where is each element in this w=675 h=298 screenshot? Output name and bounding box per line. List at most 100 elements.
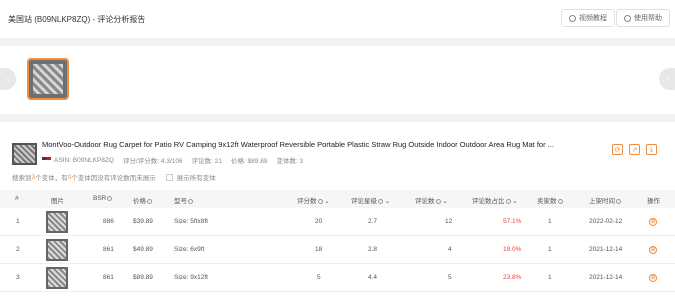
col-model[interactable]: 型号 [174, 195, 193, 205]
help-button[interactable]: 使用帮助 [616, 9, 670, 27]
row-price: $89.89 [133, 274, 153, 281]
table-row: 3 861 $89.89 Size: 9x12ft 5 4.4 5 23.8% … [0, 264, 675, 292]
detail-icon[interactable]: ⊕ [649, 218, 657, 226]
row-index: 3 [16, 274, 20, 281]
product-panel: MontVoo-Outdoor Rug Carpet for Patio RV … [0, 122, 675, 298]
detail-icon[interactable]: ⊕ [649, 274, 657, 282]
row-stars: 2.7 [368, 218, 378, 225]
detail-icon[interactable]: ⊕ [649, 246, 657, 254]
variant-count-text: 变体数: 3 [276, 158, 304, 165]
row-date: 2022-02-12 [589, 218, 623, 225]
row-price: $39.89 [133, 218, 153, 225]
col-review-count-label: 评论数 [415, 198, 435, 205]
col-date[interactable]: 上架时间 [589, 195, 621, 205]
product-meta: ASIN: B09NLKP8ZQ 评分/评分数: 4.3/106 评论数: 21… [42, 155, 303, 165]
table-header: # 图片 BSR 价格 型号 评分数 ⌄ 评论星级 ⌄ 评论数 ⌄ 评论数占比 … [0, 190, 675, 208]
score-text: 评分/评分数: 4.3/106 [122, 158, 183, 165]
col-date-label: 上架时间 [589, 198, 615, 205]
col-sellers[interactable]: 卖家数 [537, 195, 563, 205]
page-header: 美国站 (B09NLKP8ZQ) - 评论分析报告 视频教程 使用帮助 [0, 0, 675, 38]
col-image: 图片 [51, 198, 64, 205]
row-bsr: 861 [103, 274, 114, 281]
col-sellers-label: 卖家数 [537, 198, 557, 205]
col-price-label: 价格 [133, 198, 146, 205]
asin-info: ASIN: B09NLKP8ZQ [42, 157, 114, 164]
info-icon [616, 198, 621, 204]
refresh-icon[interactable]: ⟳ [612, 144, 623, 155]
table-row: 2 861 $49.89 Size: 6x9ft 18 2.8 4 19.0% … [0, 236, 675, 264]
row-model: Size: 9x12ft [174, 274, 208, 281]
price-text: 价格: $89.89 [230, 158, 268, 165]
help-label: 使用帮助 [634, 15, 662, 22]
info-icon [317, 198, 323, 204]
row-bsr: 861 [103, 246, 114, 253]
col-rating-count[interactable]: 评分数 ⌄ [297, 195, 330, 205]
info-icon [378, 198, 383, 204]
play-circle-icon [569, 14, 576, 22]
row-review-count: 12 [445, 218, 453, 225]
row-stars: 2.8 [368, 246, 378, 253]
row-ratio: 19.0% [503, 246, 522, 253]
prev-arrow-icon[interactable]: ‹ [0, 68, 16, 90]
table-row: 1 886 $39.89 Size: 5ftx8ft 20 2.7 12 57.… [0, 208, 675, 236]
share-icon[interactable]: ↗ [629, 144, 640, 155]
download-icon[interactable]: ⤓ [646, 144, 657, 155]
info-icon [188, 198, 193, 204]
info-icon [505, 198, 511, 204]
row-rating-count: 18 [315, 246, 323, 253]
us-flag-icon [42, 156, 51, 163]
row-index: 1 [16, 218, 20, 225]
row-bsr: 886 [103, 218, 114, 225]
review-count-text: 评论数: 21 [191, 158, 222, 165]
product-title[interactable]: MontVoo-Outdoor Rug Carpet for Patio RV … [42, 140, 554, 149]
video-tutorial-label: 视频教程 [579, 15, 607, 22]
col-ratio[interactable]: 评论数占比 ⌄ [472, 195, 518, 205]
variant-thumbnail[interactable] [27, 58, 69, 100]
col-index: # [15, 195, 19, 202]
summary-suffix: 个变体因没有评论数而未展示 [71, 175, 156, 182]
col-stars-label: 评论星级 [351, 198, 377, 205]
product-image [12, 143, 37, 165]
info-icon [557, 198, 563, 204]
row-rating-count: 20 [315, 218, 323, 225]
col-model-label: 型号 [174, 198, 187, 205]
row-image [46, 239, 68, 261]
col-ratio-label: 评论数占比 [472, 198, 505, 205]
row-sellers: 1 [548, 274, 552, 281]
row-rating-count: 5 [317, 274, 321, 281]
col-bsr-label: BSR [93, 195, 107, 202]
row-date: 2021-12-14 [589, 274, 623, 281]
col-price[interactable]: 价格 [133, 195, 152, 205]
asin-text[interactable]: ASIN: B09NLKP8ZQ [54, 157, 114, 164]
row-model: Size: 6x9ft [174, 246, 205, 253]
page-title: 美国站 (B09NLKP8ZQ) - 评论分析报告 [8, 14, 146, 24]
info-icon [435, 198, 441, 204]
row-sellers: 1 [548, 218, 552, 225]
row-index: 2 [16, 246, 20, 253]
help-circle-icon [624, 14, 631, 22]
row-stars: 4.4 [368, 274, 378, 281]
video-tutorial-button[interactable]: 视频教程 [561, 9, 615, 27]
row-sellers: 1 [548, 246, 552, 253]
product-actions: ⟳ ↗ ⤓ [612, 144, 657, 155]
row-review-count: 4 [448, 246, 452, 253]
col-review-count[interactable]: 评论数 ⌄ [415, 195, 448, 205]
variant-summary: 搜索到 3 个变体，有 0 个变体因没有评论数而未展示 展示所有变体 [12, 172, 216, 182]
summary-mid: 个变体，有 [35, 175, 68, 182]
row-image [46, 211, 68, 233]
col-bsr[interactable]: BSR [93, 195, 113, 202]
col-stars[interactable]: 评论星级 ⌄ [351, 195, 390, 205]
show-all-label[interactable]: 展示所有变体 [177, 172, 216, 182]
next-arrow-icon[interactable]: › [659, 68, 675, 90]
rug-image [29, 60, 67, 98]
row-date: 2021-12-14 [589, 246, 623, 253]
col-ops: 操作 [647, 198, 660, 205]
row-review-count: 5 [448, 274, 452, 281]
show-all-checkbox[interactable] [165, 173, 173, 181]
info-icon [107, 195, 113, 201]
info-icon [147, 198, 152, 204]
summary-prefix: 搜索到 [12, 175, 32, 182]
row-ratio: 23.8% [503, 274, 522, 281]
row-ratio: 57.1% [503, 218, 522, 225]
row-price: $49.89 [133, 246, 153, 253]
